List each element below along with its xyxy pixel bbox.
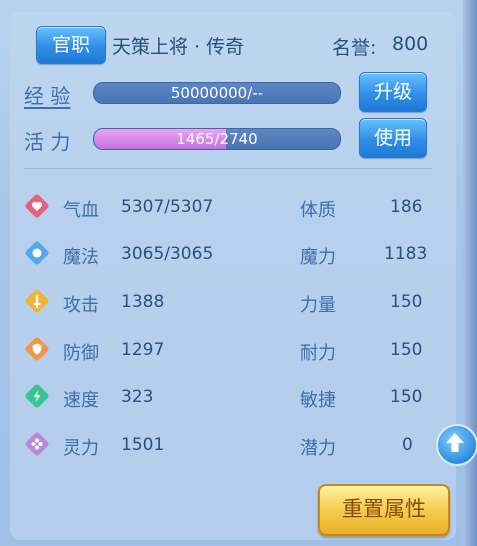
stat-label-hp: 气血 [63,200,99,221]
stat-label-constitution: 体质 [300,200,336,221]
stat-value-hp: 5307/5307 [121,197,214,217]
stat-label-defense: 防御 [63,343,99,364]
stat-value-defense: 1297 [121,340,165,360]
shield-icon [25,337,49,361]
spirit-icon [25,432,49,456]
stat-label-potential: 潜力 [300,438,336,459]
stat-value-attack: 1388 [121,292,165,312]
vitality-bar: 1465/2740 [93,128,341,150]
title-text: 天策上将 · 传奇 [112,36,245,58]
stat-label-endurance: 耐力 [300,343,336,364]
use-button[interactable]: 使用 [359,118,427,158]
stat-value-strength: 150 [390,292,423,312]
divider [24,168,432,169]
stat-label-magic-power: 魔力 [300,247,336,268]
exp-bar: 50000000/-- [93,82,341,104]
rank-button[interactable]: 官职 [36,26,106,64]
add-potential-button[interactable] [436,424,477,466]
stat-label-spirit: 灵力 [63,438,99,459]
stat-label-speed: 速度 [63,390,99,411]
exp-bar-text: 50000000/-- [170,84,264,102]
stat-value-endurance: 150 [390,340,423,360]
magic-icon [25,241,49,265]
stat-label-attack: 攻击 [63,295,99,316]
stat-label-strength: 力量 [300,295,336,316]
vitality-label: 活 力 [24,130,71,154]
fame-label: 名誉: [332,37,377,59]
sword-icon [25,289,49,313]
stat-value-mp: 3065/3065 [121,244,214,264]
stat-value-potential: 0 [402,435,413,455]
stat-value-spirit: 1501 [121,435,165,455]
vitality-bar-text: 1465/2740 [176,130,258,148]
heart-icon [25,194,49,218]
stat-label-agility: 敏捷 [300,390,336,411]
stat-value-speed: 323 [121,387,154,407]
stat-value-constitution: 186 [390,197,423,217]
stat-value-agility: 150 [390,387,423,407]
arrow-up-icon [446,433,464,452]
fame-value: 800 [392,33,429,55]
upgrade-button[interactable]: 升级 [359,72,427,112]
stat-label-mp: 魔法 [63,247,99,268]
reset-attributes-button[interactable]: 重置属性 [318,484,450,536]
lightning-icon [25,384,49,408]
stat-value-magic-power: 1183 [384,244,428,264]
exp-label[interactable]: 经 验 [24,80,70,109]
